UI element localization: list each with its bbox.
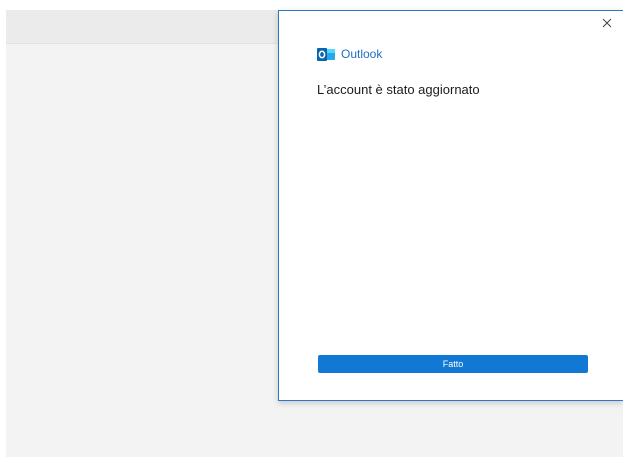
close-icon[interactable] — [599, 15, 615, 31]
dialog-title: L’account è stato aggiornato — [317, 82, 480, 97]
outlook-logo-icon — [317, 47, 335, 61]
app-brand: Outlook — [317, 46, 382, 62]
done-button[interactable]: Fatto — [318, 355, 588, 373]
app-name: Outlook — [341, 47, 383, 61]
account-dialog: Outlook L’account è stato aggiornato Fat… — [278, 10, 623, 401]
close-button[interactable] — [599, 15, 615, 31]
